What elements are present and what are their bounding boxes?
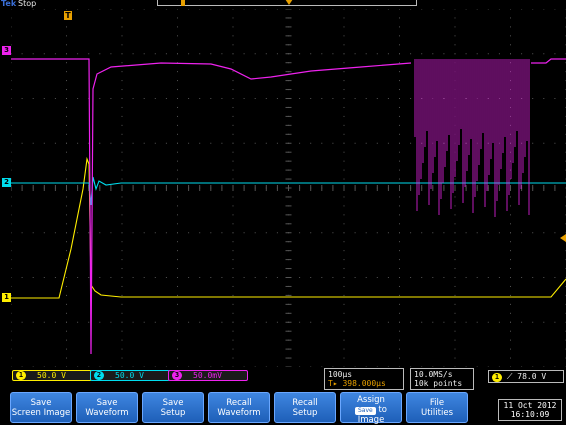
trigger-position-icon [285,0,293,5]
trigger-marker-label: T [65,11,71,20]
save-waveform-button[interactable]: Save Waveform [76,392,138,423]
trigger-readout[interactable]: 1 ⟋ 78.0 V [488,370,564,383]
trigger-delay-icon: T▸ [328,379,338,388]
ch3-scale-readout[interactable]: 3 50.0mV [168,370,248,381]
recall-setup-button[interactable]: Recall Setup [274,392,336,423]
ch1-scale: 50.0 V [37,371,66,380]
rising-edge-icon: ⟋ [507,372,517,381]
trigger-delay: T▸ 398.000µs [328,379,400,388]
ch2-badge: 2 [94,371,104,380]
save-screen-image-button[interactable]: Save Screen Image [10,392,72,423]
assign-to-label: to [378,405,387,415]
ch3-badge: 3 [172,371,182,380]
date-time-display: 11 Oct 2012 16:10:09 [498,399,562,421]
ch1-scale-readout[interactable]: 1 50.0 V [12,370,92,381]
date: 11 Oct 2012 [499,401,561,410]
assign-save-to-image-button[interactable]: Assign Save to Image [340,392,402,423]
acquisition-run-state: Stop [18,0,36,9]
time-per-division: 100µs [328,370,400,379]
horizontal-readout[interactable]: 100µs T▸ 398.000µs [324,368,404,390]
assign-label: Assign [341,395,401,405]
recall-waveform-button[interactable]: Recall Waveform [208,392,270,423]
channel-status-row: 1 50.0 V 2 50.0 V 3 50.0mV 100µs T▸ 398.… [0,367,566,390]
waveform-display[interactable]: T [11,9,566,367]
sample-rate: 10.0MS/s [414,370,470,379]
bottom-menu: Save Screen Image Save Waveform Save Set… [0,390,566,424]
ch2-ground-marker[interactable]: 2 [2,178,11,187]
trigger-source-badge: 1 [492,373,502,382]
time: 16:10:09 [499,410,561,419]
ch2-scale-readout[interactable]: 2 50.0 V [90,370,170,381]
ch3-scale: 50.0mV [193,371,222,380]
ch3-ground-marker[interactable]: 3 [2,46,11,55]
trigger-marker[interactable]: T [64,11,72,20]
record-view-window [181,0,185,6]
save-setup-button[interactable]: Save Setup [142,392,204,423]
record-length: 10k points [414,379,470,388]
save-badge: Save [355,407,376,415]
trigger-level: 78.0 V [517,372,546,381]
top-status-bar: Tek Stop [0,0,566,9]
ch2-scale: 50.0 V [115,371,144,380]
brand-logo: Tek [1,0,16,9]
acquisition-readout[interactable]: 10.0MS/s 10k points [410,368,474,390]
ch1-badge: 1 [16,371,26,380]
file-utilities-button[interactable]: File Utilities [406,392,468,423]
ch1-ground-marker[interactable]: 1 [2,293,11,302]
